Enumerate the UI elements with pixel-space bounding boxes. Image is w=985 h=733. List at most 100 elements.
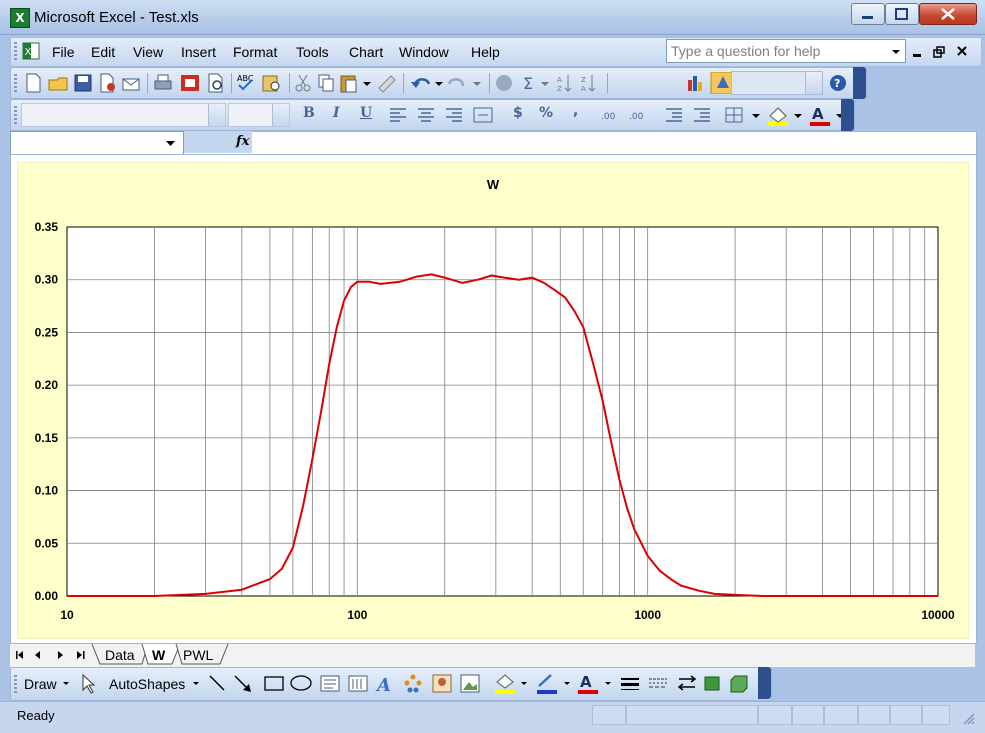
cut-icon[interactable]	[295, 74, 311, 92]
chart-wizard-icon[interactable]	[688, 76, 702, 91]
dash-style-icon[interactable]	[649, 678, 667, 688]
font-color-draw-icon[interactable]: A	[578, 673, 598, 694]
permission-icon[interactable]	[100, 73, 115, 93]
open-icon[interactable]	[48, 77, 68, 91]
formatting-grip[interactable]	[14, 106, 17, 124]
next-sheet-icon[interactable]	[58, 651, 63, 659]
print-icon[interactable]	[154, 74, 172, 90]
italic-button[interactable]: I	[333, 105, 340, 121]
drawing-options-button[interactable]	[758, 667, 771, 699]
chart[interactable]: W 0.00 0.05 0.10 0.15 0.20 0.25 0.30 0.35 10 100 1…	[18, 163, 968, 638]
format-painter-icon[interactable]	[378, 75, 396, 93]
fill-color-icon[interactable]	[768, 107, 788, 126]
align-center-icon[interactable]	[418, 108, 434, 122]
email-icon[interactable]	[122, 78, 140, 91]
arrow-icon[interactable]	[234, 675, 251, 692]
picture-icon[interactable]	[460, 674, 480, 693]
font-name-combo[interactable]	[21, 103, 226, 127]
sort-ascending-icon[interactable]: AZ	[557, 75, 572, 93]
font-size-combo[interactable]	[228, 103, 290, 127]
menu-chart[interactable]: Chart	[349, 44, 383, 60]
select-objects-icon[interactable]	[82, 673, 96, 694]
sheet-tab-data[interactable]: Data	[105, 647, 135, 667]
decrease-indent-icon[interactable]	[666, 108, 682, 122]
paste-dropdown-icon[interactable]	[363, 82, 371, 86]
fill-color-draw-icon[interactable]	[495, 674, 515, 694]
hyperlink-icon[interactable]	[496, 75, 512, 91]
draw-dropdown-icon[interactable]	[63, 682, 69, 685]
paste-icon[interactable]	[340, 75, 357, 93]
spelling-icon[interactable]: ABC	[237, 74, 254, 91]
autosum-icon[interactable]: Σ	[523, 74, 533, 93]
excel-app-icon[interactable]: X	[10, 8, 30, 28]
line-color-dropdown-icon[interactable]	[564, 682, 570, 685]
copy-icon[interactable]	[318, 74, 334, 92]
underline-button[interactable]: U	[360, 105, 372, 121]
menu-format[interactable]: Format	[233, 44, 277, 60]
prev-sheet-icon[interactable]	[35, 651, 40, 659]
new-icon[interactable]	[26, 73, 41, 93]
arrow-style-icon[interactable]	[677, 675, 697, 691]
menu-window[interactable]: Window	[399, 44, 449, 60]
3d-style-icon[interactable]	[730, 675, 748, 693]
help-question-box[interactable]: Type a question for help	[666, 39, 906, 63]
name-box[interactable]	[10, 131, 184, 155]
doc-minimize-icon[interactable]	[913, 54, 921, 57]
rectangle-icon[interactable]	[264, 676, 284, 691]
menu-tools[interactable]: Tools	[296, 44, 329, 60]
insert-function-button[interactable]: fx	[236, 134, 249, 149]
menu-help[interactable]: Help	[471, 44, 500, 60]
redo-dropdown-icon[interactable]	[473, 82, 481, 86]
font-color-icon[interactable]: A	[810, 105, 830, 126]
fill-color-draw-dropdown-icon[interactable]	[521, 682, 527, 685]
font-dropdown-icon[interactable]	[208, 104, 225, 126]
align-left-icon[interactable]	[390, 108, 406, 122]
menu-file[interactable]: File	[52, 44, 75, 60]
sort-descending-icon[interactable]: ZA	[581, 75, 596, 93]
maximize-button[interactable]	[885, 3, 919, 25]
decrease-decimal-icon[interactable]: .00	[629, 112, 644, 122]
menu-view[interactable]: View	[133, 44, 163, 60]
font-color-draw-dropdown-icon[interactable]	[605, 682, 611, 685]
line-icon[interactable]	[209, 675, 225, 691]
undo-icon[interactable]	[411, 78, 431, 88]
toolbar-options-button[interactable]	[853, 67, 866, 99]
fill-color-dropdown-icon[interactable]	[794, 114, 802, 118]
name-box-dropdown-icon[interactable]	[163, 136, 179, 150]
sheet-tab-w[interactable]: W	[152, 647, 165, 667]
print-preview-icon[interactable]	[208, 73, 223, 93]
bold-button[interactable]: B	[303, 105, 315, 121]
help-placeholder[interactable]: Type a question for help	[671, 43, 820, 59]
borders-dropdown-icon[interactable]	[752, 114, 760, 118]
plot-area[interactable]	[66, 226, 939, 597]
doc-close-icon[interactable]	[957, 46, 967, 56]
research-book-icon[interactable]	[262, 75, 280, 92]
line-color-icon[interactable]	[537, 674, 557, 694]
text-box-icon[interactable]	[320, 675, 340, 692]
align-right-icon[interactable]	[446, 108, 462, 122]
font-size-dropdown-icon[interactable]	[272, 104, 289, 126]
workbook-icon[interactable]: X	[21, 41, 41, 61]
research-icon[interactable]	[181, 75, 199, 91]
chart-title[interactable]: W	[487, 177, 500, 192]
window-title-bar[interactable]: X Microsoft Excel - Test.xls	[0, 0, 985, 35]
toolbar-grip[interactable]	[14, 74, 17, 92]
wordart-icon[interactable]: A	[375, 675, 391, 696]
chart-area[interactable]: W 0.00 0.05 0.10 0.15 0.20 0.25 0.30 0.35 10 100 1…	[17, 162, 969, 639]
resize-grip-icon[interactable]	[962, 712, 976, 726]
increase-decimal-icon[interactable]: .00	[601, 112, 616, 122]
close-button[interactable]	[919, 3, 977, 25]
first-sheet-icon[interactable]	[16, 651, 23, 659]
oval-icon[interactable]	[290, 675, 312, 691]
increase-indent-icon[interactable]	[694, 108, 710, 122]
menu-grip[interactable]	[14, 42, 17, 60]
save-icon[interactable]	[74, 74, 92, 92]
merge-center-icon[interactable]	[473, 107, 493, 123]
autosum-dropdown-icon[interactable]	[541, 82, 549, 86]
zoom-dropdown-icon[interactable]	[805, 72, 822, 94]
formatting-options-button[interactable]	[841, 99, 854, 131]
clip-art-icon[interactable]	[432, 674, 452, 693]
help-icon[interactable]: ?	[830, 75, 846, 91]
undo-dropdown-icon[interactable]	[435, 82, 443, 86]
help-dropdown-icon[interactable]	[889, 42, 903, 60]
